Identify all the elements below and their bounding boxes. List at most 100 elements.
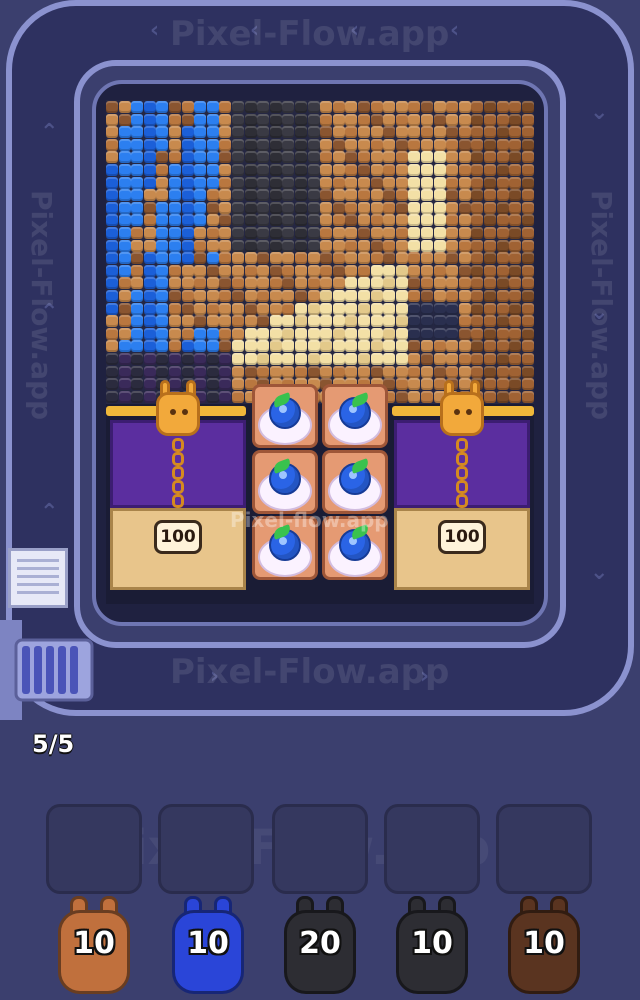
pixel-block	[194, 302, 207, 315]
pixel-block	[358, 101, 370, 113]
pixel-block	[118, 151, 131, 164]
pixel-block	[194, 353, 207, 365]
pixel-block	[169, 302, 181, 315]
pixel-block	[395, 390, 408, 403]
pixel-block	[458, 302, 471, 315]
berry-tile[interactable]	[252, 450, 318, 514]
pixel-block	[509, 227, 522, 239]
pixel-block	[257, 252, 270, 265]
pixel-block	[106, 214, 118, 227]
pixel-block	[181, 227, 194, 239]
pixel-block	[106, 101, 118, 113]
pixel-block	[194, 151, 207, 164]
pixel-block	[282, 138, 295, 151]
pixel-block	[521, 340, 534, 353]
chevron-left-icon: ‹	[150, 18, 160, 43]
pixel-block	[181, 340, 194, 353]
holding-slot-3[interactable]	[272, 804, 368, 894]
pixel-block	[257, 164, 270, 176]
pixel-block	[307, 214, 320, 227]
pixel-block	[206, 302, 219, 315]
pixel-block	[446, 340, 459, 353]
pixel-block	[282, 201, 295, 214]
pixel-block	[131, 151, 144, 164]
chain-lock-left[interactable]: 100	[154, 380, 202, 580]
shooter-black[interactable]: 20	[282, 896, 358, 996]
pixel-block	[433, 214, 446, 227]
holding-slot-2[interactable]	[158, 804, 254, 894]
chain-lock-right[interactable]: 100	[438, 380, 486, 580]
pixel-block	[345, 214, 358, 227]
pixel-block	[156, 227, 169, 239]
pixel-block	[358, 189, 370, 202]
pixel-block	[143, 227, 156, 239]
pixel-block	[169, 227, 181, 239]
pixel-block	[282, 101, 295, 113]
pixel-block	[181, 252, 194, 265]
pixel-block	[143, 189, 156, 202]
pixel-block	[131, 353, 144, 365]
pixel-block	[143, 390, 156, 403]
shooter-black[interactable]: 10	[394, 896, 470, 996]
pixel-block	[118, 227, 131, 239]
pixel-block	[496, 176, 509, 189]
pixel-block	[143, 138, 156, 151]
pixel-block	[269, 201, 282, 214]
pixel-block	[433, 101, 446, 113]
pixel-block	[471, 327, 484, 340]
pixel-block	[282, 290, 295, 302]
pixel-block	[408, 201, 421, 214]
pixel-block	[383, 365, 396, 378]
berry-tile[interactable]	[252, 384, 318, 448]
pixel-block	[295, 227, 307, 239]
pixel-block	[156, 239, 169, 252]
pixel-block	[320, 365, 333, 378]
pixel-block	[269, 164, 282, 176]
pixel-block	[446, 176, 459, 189]
pixel-block	[118, 252, 131, 265]
pixel-block	[446, 189, 459, 202]
pixel-block	[295, 126, 307, 139]
shooter-brown[interactable]: 10	[56, 896, 132, 996]
shooter-blue[interactable]: 10	[170, 896, 246, 996]
pixel-block	[320, 327, 333, 340]
pixel-block	[408, 214, 421, 227]
holding-slot-1[interactable]	[46, 804, 142, 894]
pixel-block	[408, 327, 421, 340]
pixel-block	[295, 340, 307, 353]
pixel-block	[345, 264, 358, 277]
pixel-block	[395, 201, 408, 214]
pixel-block	[219, 390, 232, 403]
pixel-block	[471, 264, 484, 277]
shooter-count: 10	[187, 926, 229, 961]
pixel-block	[244, 264, 257, 277]
pixel-block	[106, 126, 118, 139]
pixel-block	[106, 227, 118, 239]
pixel-block	[282, 315, 295, 328]
pixel-block	[131, 378, 144, 391]
pixel-block	[408, 277, 421, 290]
pixel-block	[421, 189, 433, 202]
pixel-block	[156, 353, 169, 365]
pixel-block	[307, 353, 320, 365]
pixel-block	[421, 227, 433, 239]
pixel-block	[484, 239, 496, 252]
pixel-block	[370, 290, 383, 302]
pixel-block	[446, 315, 459, 328]
pixel-art-canvas[interactable]	[106, 100, 534, 404]
pixel-block	[332, 302, 345, 315]
pixel-block	[244, 365, 257, 378]
berry-tile[interactable]	[322, 384, 388, 448]
pixel-block	[118, 101, 131, 113]
pixel-block	[471, 365, 484, 378]
holding-slot-5[interactable]	[496, 804, 592, 894]
pixel-block	[106, 239, 118, 252]
shooter-dark-brown[interactable]: 10	[506, 896, 582, 996]
pixel-block	[509, 151, 522, 164]
pixel-block	[269, 365, 282, 378]
pixel-block	[320, 164, 333, 176]
pixel-block	[395, 126, 408, 139]
pixel-block	[156, 164, 169, 176]
holding-slot-4[interactable]	[384, 804, 480, 894]
berry-tile[interactable]	[322, 450, 388, 514]
